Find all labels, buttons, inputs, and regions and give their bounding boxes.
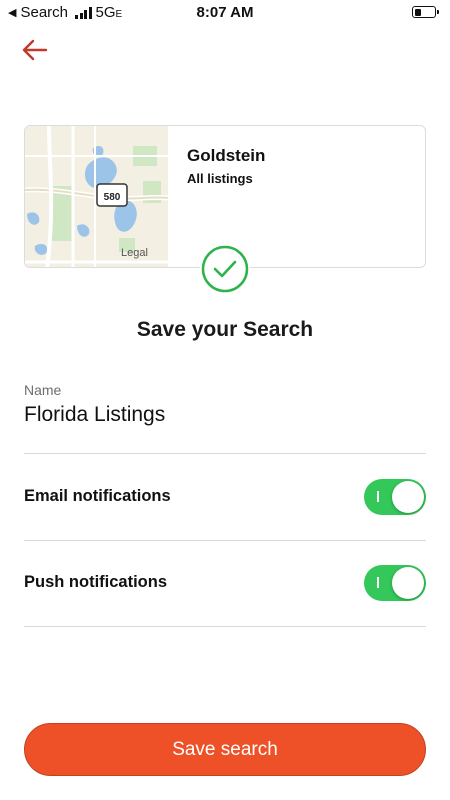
name-field-input[interactable]: Florida Listings bbox=[24, 403, 165, 427]
highway-shield-icon: 580 bbox=[96, 183, 128, 207]
toggle-knob bbox=[392, 481, 424, 513]
status-time: 8:07 AM bbox=[196, 4, 254, 21]
toggle-on-indicator bbox=[377, 491, 379, 502]
card-subtitle: All listings bbox=[187, 171, 253, 186]
page-title: Save your Search bbox=[136, 318, 314, 341]
push-notifications-toggle[interactable] bbox=[364, 565, 426, 601]
back-button[interactable] bbox=[20, 36, 50, 64]
toggle-knob bbox=[392, 567, 424, 599]
card-title: Goldstein bbox=[187, 146, 266, 165]
divider bbox=[24, 453, 426, 454]
name-field-label: Name bbox=[24, 382, 62, 398]
email-notifications-label: Email notifications bbox=[24, 487, 171, 505]
battery-icon bbox=[412, 6, 439, 18]
save-search-button[interactable]: Save search bbox=[24, 723, 426, 776]
status-bar: ◀ Search 5GE 8:07 AM bbox=[0, 0, 450, 26]
map-legal-label: Legal bbox=[121, 247, 148, 259]
divider bbox=[24, 626, 426, 627]
arrow-left-icon bbox=[22, 39, 48, 61]
save-search-screen: ◀ Search 5GE 8:07 AM 580 Legal Goldstein… bbox=[0, 0, 450, 800]
push-notifications-label: Push notifications bbox=[24, 573, 168, 591]
highway-shield-label: 580 bbox=[104, 192, 121, 203]
map-thumbnail: 580 Legal bbox=[25, 126, 168, 267]
email-notifications-toggle[interactable] bbox=[364, 479, 426, 515]
check-circle-icon bbox=[201, 245, 249, 293]
toggle-on-indicator bbox=[377, 577, 379, 588]
divider bbox=[24, 540, 426, 541]
check-badge bbox=[200, 244, 250, 294]
